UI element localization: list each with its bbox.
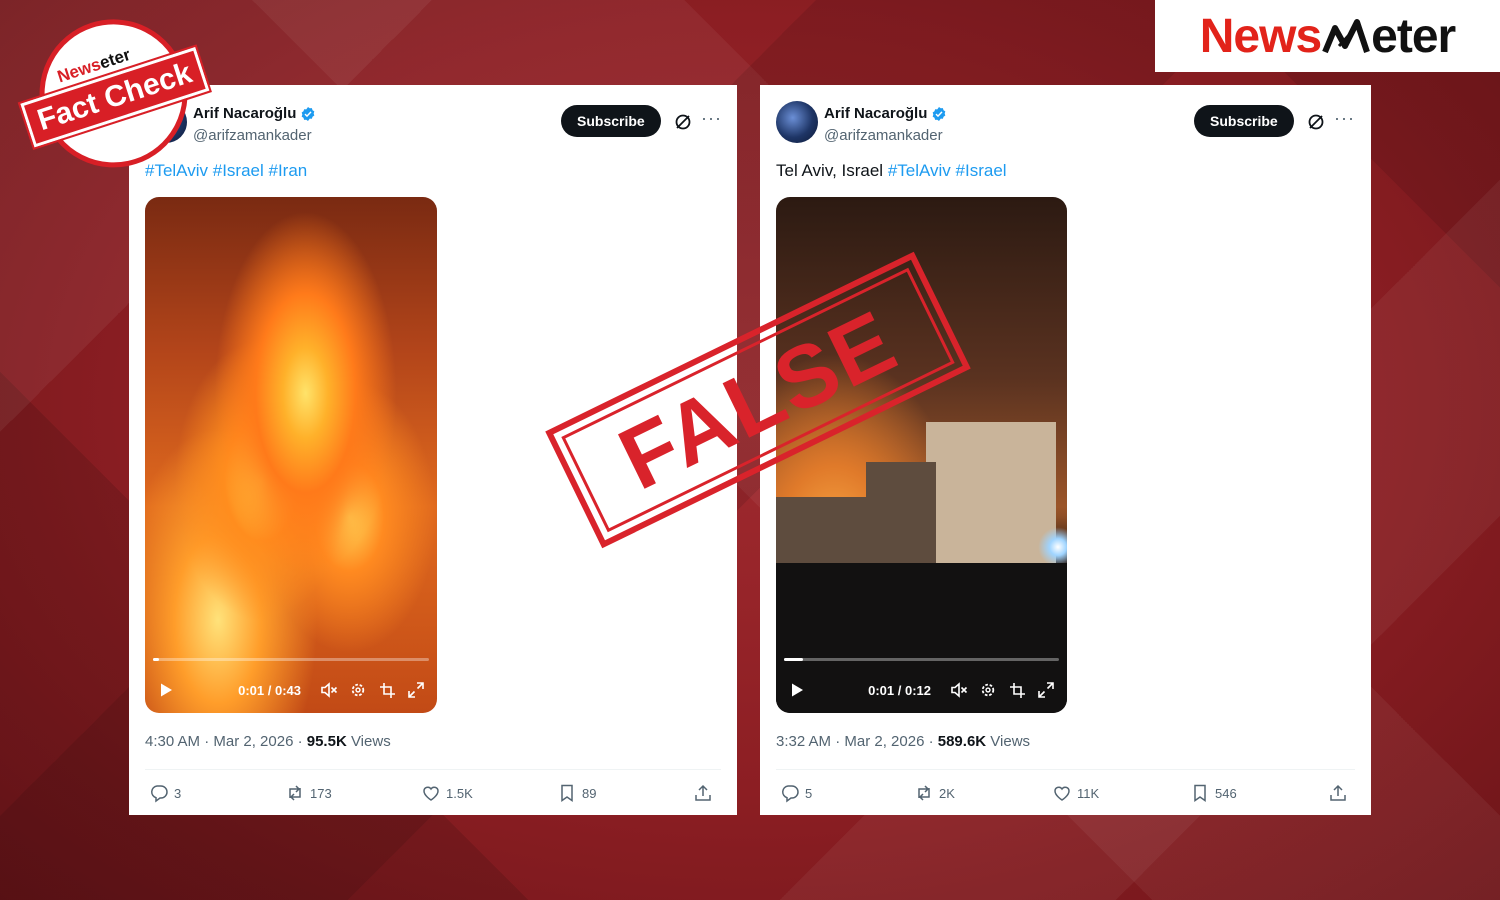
tweet-body-text: Tel Aviv, Israel [776, 161, 888, 180]
hashtag-link[interactable]: #TelAviv [145, 161, 208, 180]
bookmark-button[interactable]: 546 [1190, 783, 1237, 803]
video-controls: 0:01 / 0:12 [776, 677, 1067, 703]
more-options-icon[interactable]: ··· [1334, 109, 1354, 131]
video-time: 0:01 / 0:43 [238, 682, 301, 698]
divider [145, 769, 721, 770]
picture-in-picture-icon[interactable] [1008, 681, 1026, 699]
fullscreen-icon[interactable] [1037, 681, 1055, 699]
views-count: 589.6K [937, 733, 987, 750]
bookmark-icon [1194, 784, 1206, 802]
logo-meter-suffix: eter [1371, 9, 1456, 63]
repost-icon [289, 785, 301, 801]
tweet-text: Tel Aviv, Israel #TelAviv #Israel [776, 161, 1007, 181]
tweet-meta: 4:30 AM · Mar 2, 2026 · 95.5K Views [145, 733, 391, 750]
picture-in-picture-icon[interactable] [378, 681, 396, 699]
author-name[interactable]: Arif Nacaroğlu [824, 105, 927, 122]
repost-count: 2K [939, 785, 955, 801]
views-label: Views [986, 733, 1031, 750]
video-time: 0:01 / 0:12 [868, 682, 931, 698]
hashtag-link[interactable]: #Iran [269, 161, 308, 180]
reply-icon [781, 785, 799, 803]
bookmark-count: 546 [1215, 785, 1237, 801]
reply-button[interactable]: 3 [149, 783, 181, 803]
author-row: Arif Nacaroğlu [824, 105, 947, 122]
meter-gauge-icon [1322, 19, 1371, 54]
play-icon[interactable] [788, 681, 806, 699]
bookmark-count: 89 [582, 785, 597, 801]
grok-icon[interactable] [673, 112, 693, 132]
tweet-text: #TelAviv #Israel #Iran [145, 161, 307, 181]
hashtag-link[interactable]: #Israel [213, 161, 264, 180]
heart-icon [1054, 786, 1070, 801]
reply-count: 3 [174, 785, 182, 801]
logo-news-text: News [1199, 9, 1322, 63]
play-icon[interactable] [157, 681, 175, 699]
views-label: Views [346, 733, 391, 750]
divider [776, 769, 1355, 770]
like-button[interactable]: 11K [1052, 783, 1099, 803]
timestamp[interactable]: 4:30 AM · Mar 2, 2026 · [145, 733, 307, 750]
video-progress-bar[interactable] [784, 658, 1059, 661]
repost-button[interactable]: 2K [914, 783, 955, 803]
bookmark-icon [561, 784, 573, 802]
settings-icon[interactable] [349, 681, 367, 699]
share-button[interactable] [693, 783, 713, 803]
action-bar: 3 173 1.5K 89 [145, 783, 721, 807]
logo-meter-text: eter [1321, 9, 1456, 64]
video-controls: 0:01 / 0:43 [145, 677, 437, 703]
verified-badge-icon [931, 106, 947, 122]
bookmark-button[interactable]: 89 [557, 783, 596, 803]
like-count: 1.5K [446, 785, 473, 801]
share-button[interactable] [1328, 783, 1348, 803]
share-icon [695, 784, 711, 801]
tweet-card: Arif Nacaroğlu @arifzamankader Subscribe… [760, 85, 1371, 815]
author-handle[interactable]: @arifzamankader [824, 127, 943, 144]
like-button[interactable]: 1.5K [421, 783, 473, 803]
grok-icon[interactable] [1306, 112, 1326, 132]
newsmeter-logo: News eter [1155, 0, 1500, 72]
hashtag-link[interactable]: #Israel [956, 161, 1007, 180]
reply-count: 5 [805, 785, 813, 801]
mute-icon[interactable] [320, 681, 338, 699]
share-icon [1330, 784, 1346, 801]
mute-icon[interactable] [950, 681, 968, 699]
reply-icon [150, 785, 168, 803]
reply-button[interactable]: 5 [780, 783, 812, 803]
building-image [926, 422, 1056, 572]
timestamp[interactable]: 3:32 AM · Mar 2, 2026 · [776, 733, 938, 750]
settings-icon[interactable] [979, 681, 997, 699]
fullscreen-icon[interactable] [407, 681, 425, 699]
more-options-icon[interactable]: ··· [701, 109, 721, 131]
tweet-meta: 3:32 AM · Mar 2, 2026 · 589.6K Views [776, 733, 1030, 750]
action-bar: 5 2K 11K 546 [776, 783, 1355, 807]
hashtag-link[interactable]: #TelAviv [888, 161, 951, 180]
repost-count: 173 [310, 785, 332, 801]
video-progress-fill [153, 658, 159, 661]
video-progress-fill [784, 658, 804, 661]
like-count: 11K [1077, 785, 1100, 801]
repost-icon [918, 785, 930, 801]
video-player[interactable]: 0:01 / 0:43 [145, 197, 437, 713]
video-progress-bar[interactable] [153, 658, 429, 661]
subscribe-button[interactable]: Subscribe [561, 105, 661, 137]
avatar[interactable] [776, 101, 818, 143]
views-count: 95.5K [306, 733, 347, 750]
heart-icon [423, 786, 439, 801]
repost-button[interactable]: 173 [285, 783, 332, 803]
verified-badge-icon [300, 106, 316, 122]
subscribe-button[interactable]: Subscribe [1194, 105, 1294, 137]
building-image [866, 462, 936, 572]
